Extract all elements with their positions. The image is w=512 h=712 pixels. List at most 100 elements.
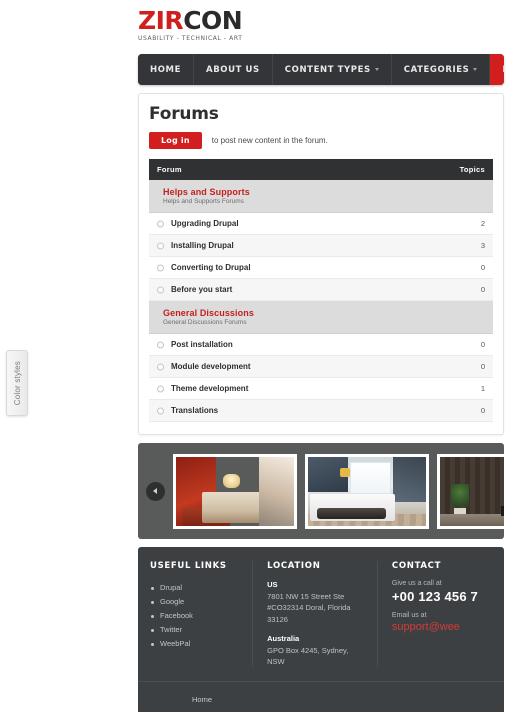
forum-topic-count: 0 <box>433 399 493 422</box>
page-root: Color styles ZIRCON USABILITY - TECHNICA… <box>0 0 512 712</box>
log-in-button[interactable]: Log in <box>149 132 202 149</box>
room-image-red <box>176 456 294 526</box>
chevron-down-icon <box>473 68 478 71</box>
nav-label: CONTENT TYPES <box>284 64 371 75</box>
color-styles-tab[interactable]: Color styles <box>6 350 28 416</box>
forum-topic-count: 0 <box>433 278 493 301</box>
location-address: 7801 NW 15 Street Ste #CO32314 Doral, Fl… <box>267 592 351 624</box>
forum-link[interactable]: Module development <box>171 362 251 371</box>
image-carousel <box>138 443 504 539</box>
location-country: US <box>267 580 278 589</box>
forum-section-header: General Discussions General Discussions … <box>149 300 493 334</box>
table-row[interactable]: Theme development 1 <box>149 377 493 400</box>
chevron-down-icon <box>374 68 379 71</box>
list-item[interactable]: Drupal <box>150 580 238 594</box>
forum-topic-count: 2 <box>433 212 493 235</box>
carousel-slides <box>173 453 504 529</box>
forum-bubble-icon <box>157 407 164 414</box>
table-row[interactable]: Post installation 0 <box>149 333 493 356</box>
forum-topic-count: 0 <box>433 256 493 279</box>
nav-item-about-us[interactable]: ABOUT US <box>194 54 273 85</box>
forum-link[interactable]: Theme development <box>171 384 248 393</box>
list-item[interactable]: WeebPal <box>150 636 238 650</box>
contact-email-link[interactable]: support@wee <box>392 621 478 633</box>
table-row[interactable]: Module development 0 <box>149 355 493 378</box>
forum-section-header: Helps and Supports Helps and Supports Fo… <box>149 180 493 213</box>
footer-heading-location: LOCATION <box>267 561 321 571</box>
column-header-topics: Topics <box>459 165 485 174</box>
site-footer: USEFUL LINKS Drupal Google Facebook Twit… <box>138 547 504 682</box>
carousel-slide-3[interactable] <box>437 453 504 529</box>
forum-section-subtitle: Helps and Supports Forums <box>163 198 244 205</box>
footer-heading-links: USEFUL LINKS <box>150 561 227 571</box>
contact-call-label: Give us a call at <box>391 580 442 587</box>
forum-link[interactable]: Translations <box>171 406 218 415</box>
logo-tagline: USABILITY - TECHNICAL - ART <box>138 35 243 42</box>
list-item[interactable]: Facebook <box>150 608 238 622</box>
forum-link[interactable]: Before you start <box>171 285 232 294</box>
forum-table: Forum Topics Helps and Supports Helps an… <box>149 159 493 422</box>
footer-location: LOCATION US 7801 NW 15 Street Ste #CO323… <box>252 561 377 668</box>
forum-link[interactable]: Upgrading Drupal <box>171 219 239 228</box>
page-title: Forums <box>149 104 219 124</box>
nav-label: HOME <box>150 64 182 75</box>
footer-contact: CONTACT Give us a call at +00 123 456 7 … <box>376 561 492 668</box>
footer-useful-links: USEFUL LINKS Drupal Google Facebook Twit… <box>150 561 252 667</box>
breadcrumb-home-link[interactable]: Home <box>150 695 212 704</box>
column-header-forum: Forum <box>157 165 182 174</box>
chevron-left-icon <box>153 488 157 494</box>
contact-email-label: Email us at <box>391 612 427 619</box>
site-header: ZIRCON USABILITY - TECHNICAL - ART <box>130 0 512 48</box>
logo-text-primary: ZIR <box>138 6 184 35</box>
forum-bubble-icon <box>157 242 164 249</box>
logo-text-secondary: CON <box>183 6 243 35</box>
nav-item-content-types[interactable]: CONTENT TYPES <box>272 54 392 85</box>
forum-link[interactable]: Post installation <box>171 340 233 349</box>
forum-link[interactable]: Converting to Drupal <box>171 263 251 272</box>
forum-link[interactable]: Installing Drupal <box>171 241 234 250</box>
room-image-wood <box>440 456 504 526</box>
nav-label: ABOUT US <box>206 64 260 75</box>
forum-topic-count: 1 <box>433 377 493 400</box>
content-panel: Forums Log in to post new content in the… <box>138 93 504 435</box>
room-image-modern <box>308 456 426 526</box>
location-block-us: US 7801 NW 15 Street Ste #CO32314 Doral,… <box>267 580 363 625</box>
forum-topic-count: 0 <box>433 355 493 378</box>
table-row[interactable]: Before you start 0 <box>149 278 493 301</box>
forum-bubble-icon <box>157 220 164 227</box>
nav-item-home[interactable]: HOME <box>138 54 195 85</box>
forum-topic-count: 3 <box>433 234 493 257</box>
table-row[interactable]: Installing Drupal 3 <box>149 234 493 257</box>
forum-bubble-icon <box>157 286 164 293</box>
forum-section-title[interactable]: Helps and Supports <box>163 187 485 197</box>
nav-item-categories[interactable]: CATEGORIES <box>391 54 491 85</box>
carousel-slide-1[interactable] <box>173 453 297 529</box>
forum-table-header: Forum Topics <box>149 159 493 180</box>
list-item[interactable]: Google <box>150 594 238 608</box>
forum-bubble-icon <box>157 363 164 370</box>
list-item[interactable]: Twitter <box>150 622 238 636</box>
forum-section-title[interactable]: General Discussions <box>163 308 485 318</box>
forum-bubble-icon <box>157 341 164 348</box>
table-row[interactable]: Upgrading Drupal 2 <box>149 212 493 235</box>
site-logo[interactable]: ZIRCON <box>138 8 512 34</box>
forum-topic-count: 0 <box>433 333 493 356</box>
nav-label: CATEGORIES <box>403 64 470 75</box>
forum-section-subtitle: General Discussions Forums <box>163 319 247 326</box>
forum-bubble-icon <box>157 385 164 392</box>
login-note-text: to post new content in the forum. <box>211 136 328 145</box>
location-address: GPO Box 4245, Sydney, NSW <box>267 645 349 666</box>
footer-breadcrumb-bar: Home <box>138 681 504 712</box>
site-wrapper: ZIRCON USABILITY - TECHNICAL - ART HOME … <box>130 0 512 712</box>
color-styles-label: Color styles <box>12 360 22 406</box>
nav-item-forums[interactable]: FORUMS <box>490 54 504 85</box>
carousel-slide-2[interactable] <box>305 453 429 529</box>
table-row[interactable]: Converting to Drupal 0 <box>149 256 493 279</box>
nav-label: FORUMS <box>502 65 504 75</box>
forum-bubble-icon <box>157 264 164 271</box>
location-country: Australia <box>267 633 300 643</box>
carousel-prev-button[interactable] <box>146 481 165 501</box>
main-navigation[interactable]: HOME ABOUT US CONTENT TYPES CATEGORIES F… <box>138 54 504 85</box>
table-row[interactable]: Translations 0 <box>149 399 493 422</box>
footer-link-list: Drupal Google Facebook Twitter WeebPal <box>150 580 238 650</box>
